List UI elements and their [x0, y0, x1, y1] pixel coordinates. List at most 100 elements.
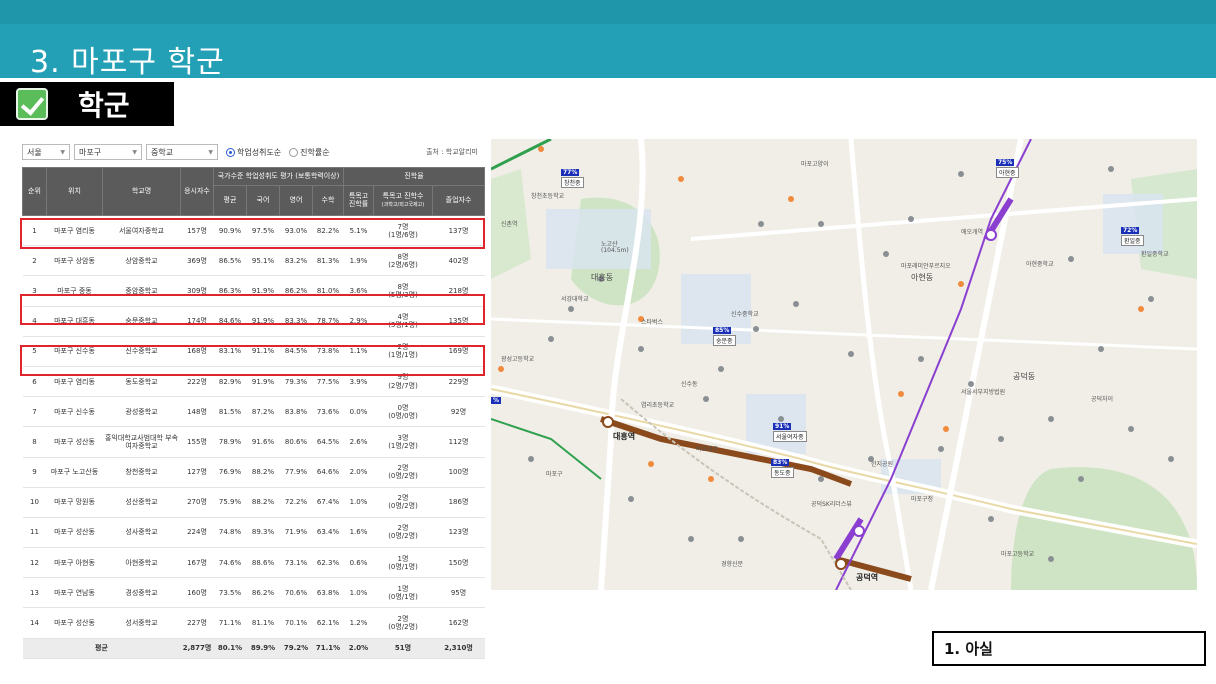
cell-rate: 0.6%: [343, 547, 374, 579]
col-math[interactable]: 수학: [312, 185, 344, 216]
school-map[interactable]: 대흥동 아현동 공덕동 마포고양이 노고산 (104.5m) 대흥역 공덕역 애…: [491, 139, 1197, 590]
footer-avg: 80.1%: [213, 638, 247, 659]
cell-count: 3명 (1명/2명): [373, 426, 433, 458]
cell-count-total: 0명: [397, 403, 409, 412]
col-rank[interactable]: 순위: [22, 167, 47, 216]
cell-takers: 155명: [180, 426, 214, 458]
radio-achievement[interactable]: 학업성취도순: [226, 147, 281, 158]
cell-loc: 마포구 연남동: [46, 577, 103, 609]
cell-school: 경성중학교: [102, 577, 181, 609]
city-select[interactable]: 서울 ▼: [22, 144, 70, 160]
cell-count-sub: (0명/2명): [388, 472, 418, 481]
map-label-starbucks: 스타벅스: [641, 319, 664, 326]
table-row[interactable]: 9 마포구 노고산동 창천중학교 127명 76.9% 88.2% 77.9% 64.6% 2.…: [22, 457, 485, 488]
cell-rank: 2: [22, 245, 47, 277]
map-label-sinsu-ms: 신수중학교: [731, 311, 759, 318]
cell-loc: 마포구 노고산동: [46, 457, 103, 488]
cell-kor: 87.2%: [246, 396, 280, 428]
table-row[interactable]: 14 마포구 성산동 성서중학교 227명 71.1% 81.1% 70.1% 62.1% 1.…: [22, 607, 485, 639]
filter-bar: 서울 ▼ 마포구 ▼ 중학교 ▼ 학업성취도순 진학률순 출처 : 학교알리미: [22, 137, 484, 167]
col-group-adv: 진학율: [342, 167, 486, 186]
cell-math: 81.3%: [312, 245, 344, 277]
cell-eng: 83.8%: [279, 396, 313, 428]
school-type-select[interactable]: 중학교 ▼: [146, 144, 218, 160]
cell-rank: 10: [22, 487, 47, 518]
cell-avg: 86.5%: [213, 245, 247, 277]
cell-takers: 160명: [180, 577, 214, 609]
table-row[interactable]: 7 마포구 신수동 광성중학교 148명 81.5% 87.2% 83.8% 73.6% 0.0…: [22, 396, 485, 428]
cell-eng: 71.9%: [279, 517, 313, 549]
cell-count: 2명 (0명/2명): [373, 457, 433, 488]
cell-avg: 75.9%: [213, 487, 247, 518]
table-row[interactable]: 10 마포구 망원동 성산중학교 270명 75.9% 88.2% 72.2% 67.4% 1.…: [22, 487, 485, 518]
table-row[interactable]: 8 마포구 성산동 홍익대학교사범대학 부속여자중학교 155명 78.9% 91.6% 8…: [22, 426, 485, 458]
city-select-value: 서울: [27, 147, 42, 157]
radio-on-icon: [226, 147, 235, 157]
footer-grads: 2,310명: [432, 638, 485, 659]
col-special-count[interactable]: 특목고 진학수 (과학고/외고국제고): [373, 185, 433, 216]
highlight-box-rank-4: [20, 294, 485, 325]
radio-achievement-label: 학업성취도순: [237, 147, 282, 157]
col-special-rate[interactable]: 특목고 진학률: [343, 185, 374, 216]
map-label-ahyeon-ms: 아현중학교: [1026, 261, 1054, 268]
col-group-eval: 국가수준 학업성취도 평가 (보통학력이상): [213, 167, 344, 186]
col-korean[interactable]: 국어: [246, 185, 280, 216]
cell-takers: 369명: [180, 245, 214, 277]
cell-kor: 95.1%: [246, 245, 280, 277]
map-flag-seoul-girls[interactable]: 91% 서울여자중: [773, 423, 807, 442]
school-type-select-value: 중학교: [151, 147, 174, 157]
cell-kor: 88.2%: [246, 487, 280, 518]
cell-rank: 13: [22, 577, 47, 609]
col-school[interactable]: 학교명: [102, 167, 181, 216]
cell-count-total: 3명: [397, 433, 409, 442]
map-label-daeheung-station: 대흥역: [613, 432, 636, 441]
flag-pct: 72%: [1121, 227, 1140, 234]
cell-grads: 186명: [432, 487, 485, 518]
cell-kor: 86.2%: [246, 577, 280, 609]
highlight-box-rank-6: [20, 345, 485, 376]
table-footer-row: 평균 2,877명 80.1% 89.9% 79.2% 71.1% 2.0% 5…: [22, 638, 485, 659]
flag-pct: 77%: [561, 169, 580, 176]
cell-avg: 78.9%: [213, 426, 247, 458]
flag-pct: 83%: [771, 459, 790, 466]
map-flag-dongdo[interactable]: 83% 동도중: [771, 459, 794, 478]
cell-avg: 71.1%: [213, 607, 247, 639]
map-label-yeomni: 염리초등학교: [641, 402, 675, 409]
table-row[interactable]: 2 마포구 상암동 상암중학교 369명 86.5% 95.1% 83.2% 81.3% 1.9…: [22, 245, 485, 277]
district-select[interactable]: 마포구 ▼: [74, 144, 142, 160]
cell-math: 62.1%: [312, 607, 344, 639]
map-flag-edge[interactable]: %: [491, 397, 502, 404]
map-flag-hwanil[interactable]: 72% 환일중: [1121, 227, 1144, 246]
col-takers[interactable]: 응시자수: [180, 167, 214, 216]
cell-eng: 77.9%: [279, 457, 313, 488]
cell-rate: 1.6%: [343, 517, 374, 549]
cell-school: 창천중학교: [102, 457, 181, 488]
header-band-top: [0, 0, 1216, 24]
map-label-gyeonghyang: 경향신문: [721, 561, 744, 568]
col-english[interactable]: 영어: [279, 185, 313, 216]
map-flag-sungmun[interactable]: 85% 숭문중: [713, 327, 736, 346]
col-avg[interactable]: 평균: [213, 185, 247, 216]
map-flag-changcheon[interactable]: 77% 창천중: [561, 169, 584, 188]
cell-avg: 74.6%: [213, 547, 247, 579]
cell-math: 73.6%: [312, 396, 344, 428]
col-location[interactable]: 위치: [46, 167, 103, 216]
radio-advance[interactable]: 진학률순: [289, 147, 330, 158]
cell-count-total: 1명: [397, 554, 409, 563]
cell-rate: 1.0%: [343, 577, 374, 609]
cell-eng: 83.2%: [279, 245, 313, 277]
map-label-mapo-goyangi: 마포고양이: [801, 161, 829, 168]
cell-rate: 1.9%: [343, 245, 374, 277]
table-row[interactable]: 11 마포구 성산동 성사중학교 224명 74.8% 89.3% 71.9% 63.4% 1.…: [22, 517, 485, 549]
flag-pct: 75%: [996, 159, 1015, 166]
col-grads[interactable]: 졸업자수: [431, 185, 486, 216]
cell-rate: 1.0%: [343, 487, 374, 518]
table-row[interactable]: 12 마포구 아현동 아현중학교 167명 74.6% 88.6% 73.1% 62.3% 0.…: [22, 547, 485, 579]
chevron-down-icon: ▼: [132, 148, 137, 156]
table-row[interactable]: 13 마포구 연남동 경성중학교 160명 73.5% 86.2% 70.6% 63.8% 1.…: [22, 577, 485, 609]
cell-eng: 80.6%: [279, 426, 313, 458]
cell-count-total: 2명: [397, 464, 409, 473]
map-flag-ahyeon[interactable]: 75% 아현중: [996, 159, 1019, 178]
map-label-seoul-west: 서울서부지방법원: [961, 389, 1006, 396]
cell-eng: 73.1%: [279, 547, 313, 579]
